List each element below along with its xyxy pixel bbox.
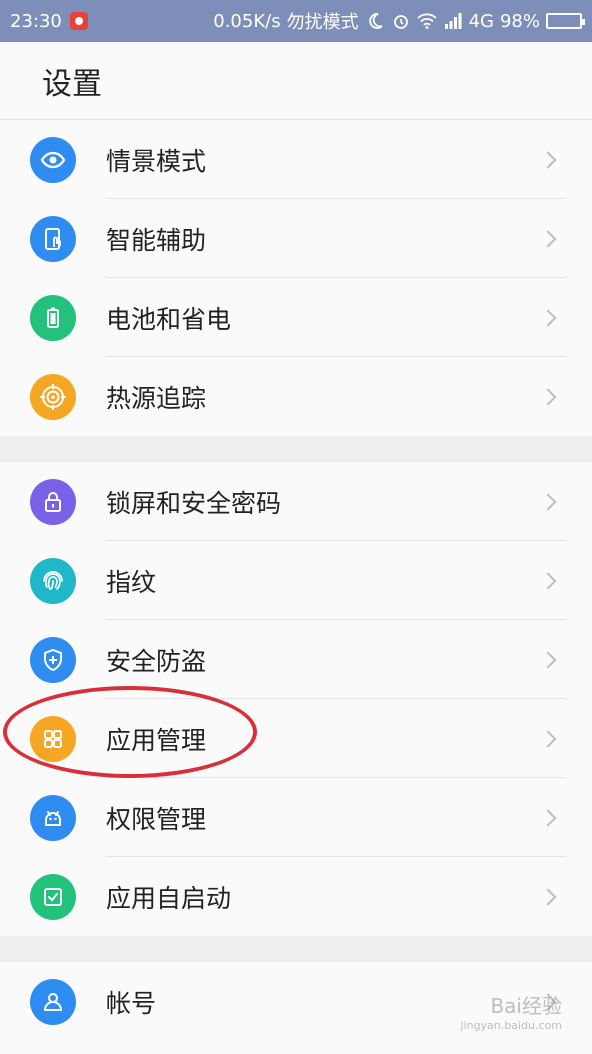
settings-item-label: 情景模式 — [106, 146, 207, 176]
section-gap — [0, 436, 592, 462]
section-gap — [0, 936, 592, 962]
settings-item-label: 权限管理 — [106, 804, 207, 834]
status-time: 23:30 — [10, 10, 62, 32]
settings-item-app-management[interactable]: 应用管理 — [0, 699, 592, 778]
settings-item-label: 指纹 — [106, 567, 157, 597]
chevron-right-icon — [539, 309, 557, 326]
lock-icon — [30, 478, 76, 525]
settings-item-smart-assist[interactable]: 智能辅助 — [0, 199, 592, 278]
chevron-right-icon — [539, 651, 557, 668]
page-title: 设置 — [42, 66, 102, 102]
watermark-text: Bai经验 — [490, 994, 562, 1018]
alarm-icon — [391, 11, 411, 31]
battery-icon — [30, 294, 76, 341]
settings-item-autostart[interactable]: 应用自启动 — [0, 857, 592, 936]
touch-phone-icon — [30, 215, 76, 262]
target-icon — [30, 373, 76, 420]
eye-icon — [30, 136, 76, 183]
fingerprint-icon — [30, 557, 76, 604]
chevron-right-icon — [539, 572, 557, 589]
settings-item-label: 锁屏和安全密码 — [106, 488, 282, 518]
moon-icon — [365, 11, 385, 31]
settings-item-fingerprint[interactable]: 指纹 — [0, 541, 592, 620]
apps-grid-icon — [30, 715, 76, 762]
shield-icon — [30, 636, 76, 683]
settings-item-label: 应用管理 — [106, 725, 207, 755]
settings-group: 锁屏和安全密码 指纹 安全防盗 应用管理 权限管理 应用自启动 — [0, 462, 592, 936]
settings-item-label: 帐号 — [106, 988, 157, 1018]
net-speed: 0.05K/s — [213, 10, 281, 32]
status-bar: 23:30 0.05K/s 勿扰模式 4G 98% — [0, 0, 592, 42]
dnd-mode-label: 勿扰模式 — [286, 12, 359, 33]
settings-item-battery[interactable]: 电池和省电 — [0, 278, 592, 357]
watermark: Bai经验 jingyan.baidu.com — [460, 990, 562, 1032]
battery-status-icon — [546, 13, 585, 29]
settings-item-label: 智能辅助 — [106, 225, 207, 255]
chevron-right-icon — [539, 888, 557, 905]
settings-group: 情景模式 智能辅助 电池和省电 热源追踪 — [0, 120, 592, 436]
signal-icon — [443, 11, 463, 31]
chevron-right-icon — [539, 493, 557, 510]
settings-screen: 23:30 0.05K/s 勿扰模式 4G 98% 设置 情景模式 智能辅助 电… — [0, 0, 592, 1054]
checkbox-icon — [30, 873, 76, 920]
chevron-right-icon — [539, 230, 557, 247]
chevron-right-icon — [539, 730, 557, 747]
watermark-subtext: jingyan.baidu.com — [460, 1019, 562, 1032]
page-title-bar: 设置 — [0, 42, 592, 120]
app-notification-icon — [69, 12, 88, 30]
settings-item-label: 热源追踪 — [106, 383, 207, 413]
chevron-right-icon — [539, 151, 557, 168]
network-type: 4G — [468, 10, 494, 32]
settings-item-lockscreen-password[interactable]: 锁屏和安全密码 — [0, 462, 592, 541]
settings-item-label: 安全防盗 — [106, 646, 207, 676]
settings-list: 情景模式 智能辅助 电池和省电 热源追踪 锁屏和安全密码 指纹 安全防盗 应用管… — [0, 120, 592, 1041]
battery-percent: 98% — [499, 10, 540, 32]
chevron-right-icon — [539, 388, 557, 405]
android-icon — [30, 794, 76, 841]
settings-item-scene-mode[interactable]: 情景模式 — [0, 120, 592, 199]
person-icon — [30, 978, 76, 1025]
settings-item-label: 电池和省电 — [106, 304, 232, 334]
settings-item-permission-management[interactable]: 权限管理 — [0, 778, 592, 857]
wifi-icon — [416, 11, 437, 31]
chevron-right-icon — [539, 809, 557, 826]
settings-item-anti-theft[interactable]: 安全防盗 — [0, 620, 592, 699]
settings-item-label: 应用自启动 — [106, 883, 232, 913]
settings-item-heat-tracking[interactable]: 热源追踪 — [0, 357, 592, 436]
